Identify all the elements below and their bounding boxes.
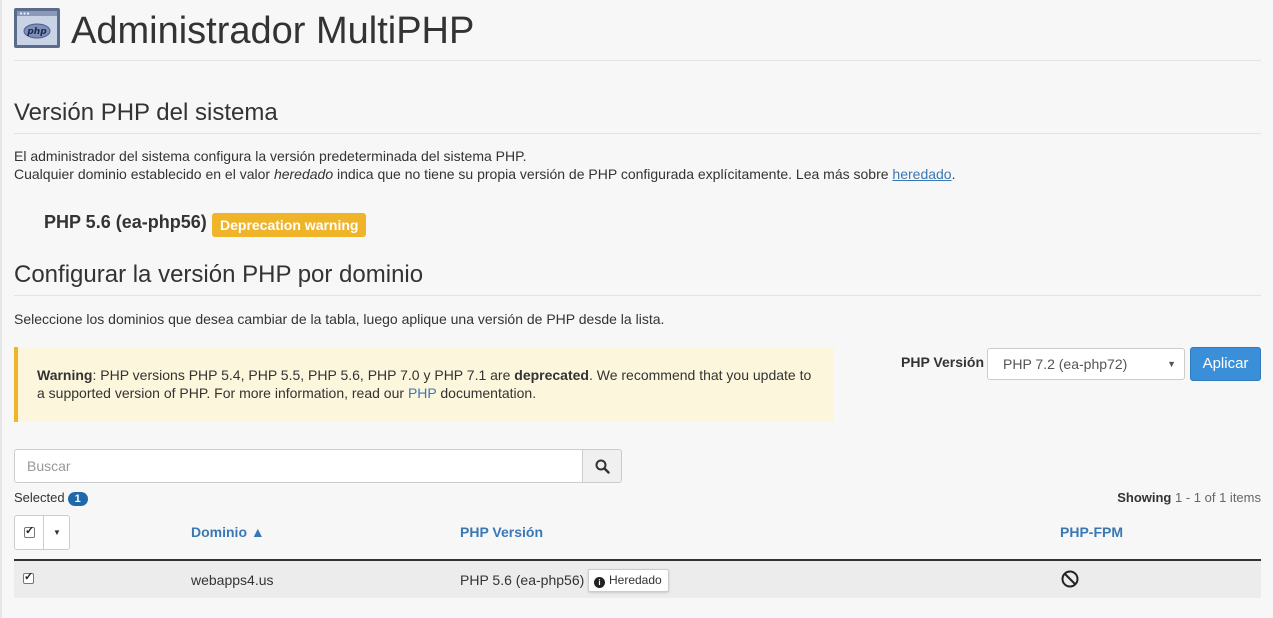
apply-button[interactable]: Aplicar	[1190, 347, 1261, 381]
info-icon: i	[594, 577, 605, 588]
php-version-select[interactable]: PHP 7.2 (ea-php72) ▼	[987, 348, 1185, 380]
select-options-dropdown[interactable]: ▼	[43, 515, 70, 550]
select-all-checkbox[interactable]	[14, 515, 44, 550]
column-php-fpm[interactable]: PHP-FPM	[1060, 524, 1123, 540]
system-description: El administrador del sistema configura l…	[14, 147, 955, 183]
inherited-help-link[interactable]: heredado	[892, 166, 951, 182]
php-icon: php	[14, 8, 60, 48]
page-header: php Administrador MultiPHP	[14, 6, 1261, 61]
disabled-circle-icon	[1061, 570, 1079, 588]
system-description-line2: Cualquier dominio establecido en el valo…	[14, 166, 956, 182]
checkbox-checked-icon	[24, 524, 35, 538]
svg-text:php: php	[26, 27, 47, 37]
selected-count-badge: 1	[67, 492, 88, 506]
row-checkbox[interactable]	[23, 570, 34, 584]
page-title: Administrador MultiPHP	[71, 10, 475, 52]
system-php-version: PHP 5.6 (ea-php56)	[44, 212, 207, 232]
bulk-select: ▼	[14, 515, 70, 550]
system-php-heading: Versión PHP del sistema	[14, 97, 1261, 134]
row-php-version: PHP 5.6 (ea-php56)	[460, 572, 585, 588]
deprecation-badge: Deprecation warning	[212, 213, 367, 237]
column-php-version[interactable]: PHP Versión	[460, 524, 543, 540]
deprecation-warning-callout: Warning: PHP versions PHP 5.4, PHP 5.5, …	[14, 347, 834, 422]
search-button[interactable]	[582, 449, 622, 483]
page-edge	[0, 0, 2, 618]
column-domain[interactable]: Dominio ▲	[191, 524, 265, 540]
warning-label: Warning	[37, 367, 93, 383]
selected-count: Selected 1	[14, 490, 88, 506]
system-description-line1: El administrador del sistema configura l…	[14, 148, 527, 164]
php-docs-link[interactable]: PHP	[408, 385, 437, 401]
inherited-tag: i Heredado	[588, 569, 669, 592]
row-domain: webapps4.us	[191, 572, 274, 588]
table-row: webapps4.us PHP 5.6 (ea-php56) iHeredado	[14, 561, 1261, 598]
search-input[interactable]: Buscar	[14, 449, 583, 483]
domain-php-heading: Configurar la versión PHP por dominio	[14, 259, 1261, 296]
php-version-label: PHP Versión	[901, 354, 985, 370]
search-icon	[595, 459, 610, 474]
domain-instructions: Seleccione los dominios que desea cambia…	[14, 311, 665, 327]
caret-down-icon: ▼	[53, 528, 61, 537]
chevron-down-icon: ▼	[1167, 359, 1176, 369]
paging-info: Showing 1 - 1 of 1 items	[1117, 490, 1261, 505]
